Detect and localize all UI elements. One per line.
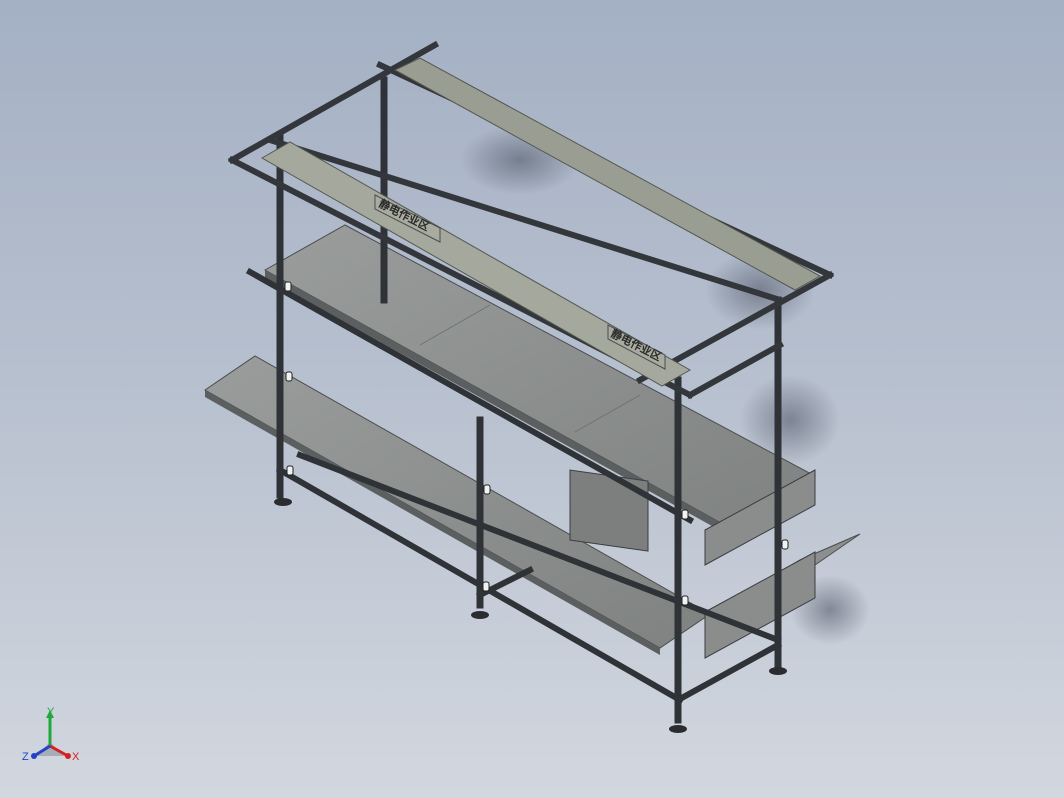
coordinate-triad: Y X Z: [22, 706, 80, 763]
triad-y-label: Y: [47, 706, 55, 718]
triad-z-arrow: [31, 753, 37, 759]
triad-x-label: X: [72, 751, 80, 763]
triad-x-arrow: [65, 753, 71, 759]
triad-z-label: Z: [22, 751, 29, 763]
model-canvas[interactable]: 静电作业区 静电作业区 Y X Z: [0, 0, 1064, 798]
cad-viewport[interactable]: 静电作业区 静电作业区 Y X Z: [0, 0, 1064, 798]
drawer-box-lower: [704, 551, 816, 659]
side-panel: [569, 469, 649, 552]
